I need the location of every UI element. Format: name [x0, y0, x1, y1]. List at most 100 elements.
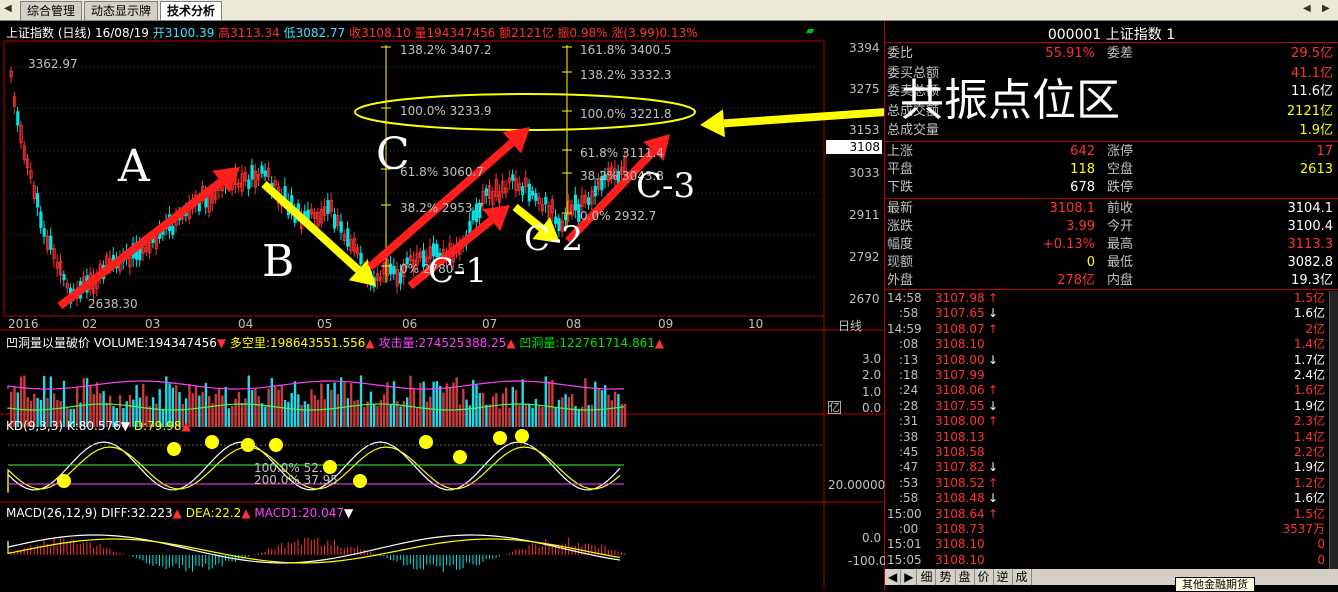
candle-body [326, 200, 330, 214]
arrow-up-icon: ↑ [988, 383, 999, 398]
volume-bar [445, 383, 448, 427]
bottom-tab-trades[interactable]: 成 [1013, 569, 1032, 585]
volume-bar [320, 383, 323, 427]
volume-bar [415, 407, 419, 427]
tick-price: 3108.10 [935, 537, 985, 552]
tick-volume: 1.6亿 [1293, 383, 1325, 398]
tick-row: :58 3108.48 ↓ 1.6亿 [885, 491, 1329, 506]
volume-axis-tick: 3.0 [862, 352, 882, 366]
chart-status-icon[interactable]: ▰ [806, 24, 814, 37]
volume-bar [597, 388, 600, 427]
info-close: 收3108.10 [349, 26, 411, 40]
volume-bar [254, 388, 257, 427]
volume-bar [234, 398, 237, 427]
candle-body [260, 165, 264, 174]
tick-row: :18 3107.99 2.4亿 [885, 368, 1329, 383]
bottom-tab-detail[interactable]: 细 [917, 569, 937, 585]
tick-row: :58 3107.65 ↓ 1.6亿 [885, 306, 1329, 321]
tick-time: :31 [899, 414, 919, 429]
tab-scroll-right-icon[interactable]: ▶ [1322, 3, 1330, 14]
bottom-tab-price[interactable]: 价 [975, 569, 994, 585]
bottom-tab-trend[interactable]: 势 [936, 569, 956, 585]
tick-price: 3108.10 [935, 337, 985, 352]
arrow-down-icon: ↓ [988, 460, 999, 475]
candle-body [339, 221, 343, 233]
kd-signal-marker-icon [353, 474, 367, 488]
bottom-tab-next-icon[interactable]: ▶ [901, 569, 918, 585]
volume-bar [501, 393, 505, 427]
volume-bar [353, 400, 356, 427]
wave-label-c1: C-1 [428, 251, 488, 291]
volume-bar [382, 394, 386, 427]
kd-panel-header: KD(9,3,3) K:80.576▼ D:79.98▲ [6, 419, 191, 433]
tab-technical-analysis[interactable]: 技术分析 [160, 1, 223, 20]
volume-bar [587, 405, 590, 427]
tick-volume: 0 [1317, 537, 1325, 552]
macd-value: MACD1:20.047 [254, 506, 345, 520]
volume-bar [458, 404, 462, 427]
weibi-label: 委比 [887, 46, 914, 61]
tick-price: 3108.00 [935, 352, 985, 367]
tab-dynamic-board[interactable]: 动态显示牌 [84, 1, 159, 20]
volume-bar [270, 378, 274, 427]
volume-bar [528, 403, 531, 427]
candle-body [544, 196, 548, 205]
tick-volume: 0 [1317, 552, 1325, 567]
volume-bar [452, 382, 455, 427]
fib-right-level: 0.0% 2932.7 [580, 209, 657, 223]
tick-row: :45 3108.58 2.2亿 [885, 445, 1329, 460]
prev-close-value: 3104.1 [1287, 201, 1334, 216]
wave-label-a: A [118, 141, 150, 192]
tick-volume: 3537万 [1282, 522, 1325, 536]
volume-bar [613, 391, 617, 427]
volume-bar [247, 375, 250, 427]
volume-bar [316, 399, 320, 427]
volume-bar [472, 379, 475, 427]
tick-price: 3108.10 [935, 552, 985, 567]
amplitude-value: +0.13% [1042, 237, 1095, 252]
info-low: 低3082.77 [283, 26, 346, 40]
volume-bar [590, 404, 594, 427]
arrow-down-icon: ↓ [988, 398, 999, 413]
chart-area[interactable]: 上证指数 (日线) 16/08/19 开3100.39 高3113.34 低30… [0, 21, 887, 590]
weicha-label: 委差 [1107, 46, 1134, 61]
volume-bar [198, 395, 201, 427]
candle-body [392, 265, 396, 275]
kd-signal-marker-icon [205, 435, 219, 449]
bottom-tab-prev-icon[interactable]: ◀ [885, 569, 902, 585]
kd-signal-marker-icon [323, 460, 337, 474]
volume-bar [412, 388, 415, 427]
period-label[interactable]: 日线 [838, 317, 862, 334]
candle-body [587, 197, 591, 206]
bottom-tab-reverse[interactable]: 逆 [994, 569, 1013, 585]
kd-signal-marker-icon [241, 438, 255, 452]
tick-row: :28 3107.55 ↓ 1.9亿 [885, 399, 1329, 414]
tick-volume: 1.9亿 [1293, 398, 1325, 413]
wave-a-arrow [57, 178, 224, 310]
tab-general-management[interactable]: 综合管理 [20, 1, 83, 20]
volume-bar [389, 404, 392, 427]
price-tick: 3394 [849, 41, 880, 55]
volume-bar [194, 385, 198, 427]
volume-bar [307, 404, 310, 427]
fib-right-level: 161.8% 3400.5 [580, 43, 672, 57]
volume-bar [465, 399, 468, 427]
tab-bar: ◀ 综合管理 动态显示牌 技术分析 ◀ ▶ [0, 0, 1338, 21]
tick-time: :24 [899, 383, 919, 398]
date-tick: 2016 [8, 317, 39, 331]
tick-volume: 1.5亿 [1293, 291, 1325, 305]
volume-bar [617, 394, 620, 427]
tab-scroll-left-right-icon[interactable]: ◀ [1303, 3, 1311, 14]
volume-bar [439, 385, 442, 427]
empty-label: 空盘 [1107, 162, 1134, 177]
tick-price: 3108.00 [935, 414, 985, 429]
tick-time: :47 [899, 460, 919, 475]
bottom-tab-book[interactable]: 盘 [956, 569, 975, 585]
tab-scroll-left-icon[interactable]: ◀ [4, 3, 12, 14]
candle-body [534, 193, 538, 201]
tick-list-scrollbar[interactable] [1329, 291, 1338, 569]
current-amount-label: 现额 [887, 255, 914, 270]
tick-time: :58 [899, 306, 919, 321]
macd-panel-header: MACD(26,12,9) DIFF:32.223▲ DEA:22.2▲ MAC… [6, 506, 354, 520]
current-amount-value: 0 [1086, 255, 1095, 270]
